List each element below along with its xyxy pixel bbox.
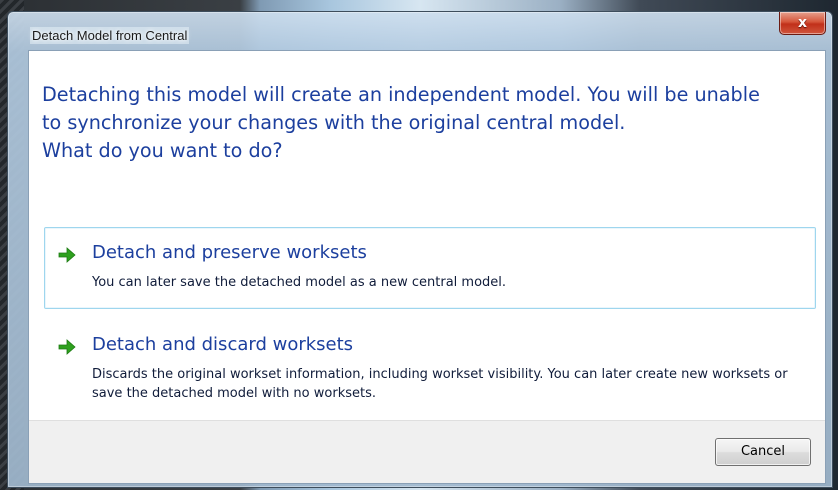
close-button[interactable]: x: [779, 12, 826, 35]
instruction-line: Detaching this model will create an inde…: [42, 83, 760, 106]
window-title: Detach Model from Central: [30, 27, 190, 44]
green-arrow-icon: [58, 339, 76, 355]
dialog-window: Detach Model from Central x Detaching th…: [7, 11, 833, 488]
close-icon: x: [797, 15, 808, 31]
option-detach-preserve-worksets[interactable]: Detach and preserve worksets You can lat…: [44, 227, 816, 309]
dialog-footer: Cancel: [29, 420, 825, 483]
option-description: You can later save the detached model as…: [92, 275, 507, 290]
main-instruction: Detaching this model will create an inde…: [42, 81, 812, 165]
option-title: Detach and discard worksets: [92, 334, 354, 355]
green-arrow-icon: [58, 247, 76, 263]
option-description: Discards the original workset informatio…: [92, 367, 788, 401]
instruction-line: to synchronize your changes with the ori…: [42, 111, 626, 134]
instruction-line: What do you want to do?: [42, 139, 283, 162]
cancel-button[interactable]: Cancel: [715, 438, 811, 466]
dialog-content: Detaching this model will create an inde…: [28, 50, 826, 484]
title-bar[interactable]: Detach Model from Central x: [8, 12, 832, 52]
option-detach-discard-worksets[interactable]: Detach and discard worksets Discards the…: [44, 319, 816, 417]
option-title: Detach and preserve worksets: [92, 242, 367, 263]
